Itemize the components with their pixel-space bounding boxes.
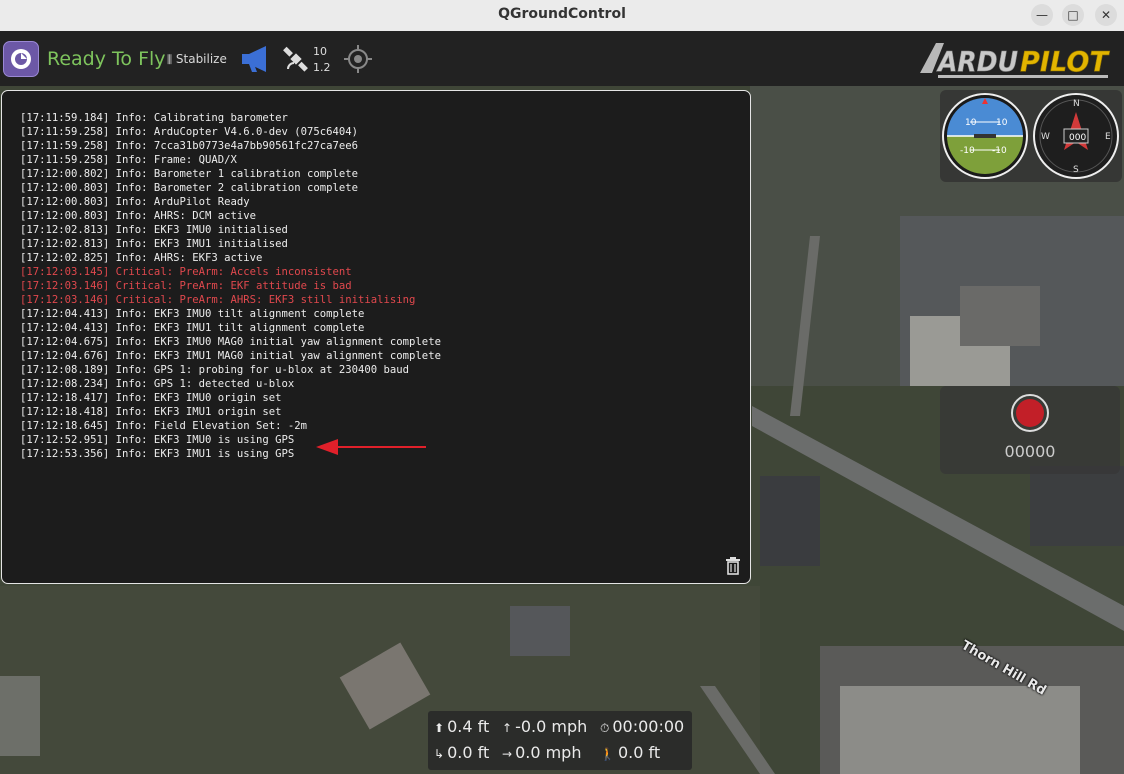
trash-icon[interactable] [725, 557, 741, 575]
svg-text:ARDU: ARDU [936, 45, 1018, 78]
vertical-speed-value: -0.0 mph [515, 717, 588, 736]
console-line: [17:12:02.813] Info: EKF3 IMU0 initialis… [20, 224, 288, 236]
ardupilot-logo: ARDU PILOT [918, 39, 1114, 81]
satellite-count: 10 [313, 45, 327, 58]
svg-text:PILOT: PILOT [1020, 45, 1110, 78]
walker-icon: 🚶 [600, 747, 615, 761]
recording-counter: 00000 [1004, 442, 1056, 461]
console-line: [17:12:00.803] Info: Barometer 2 calibra… [20, 182, 359, 194]
distance-icon: ↳ [434, 747, 445, 761]
console-log: [17:11:59.184] Info: Calibrating baromet… [20, 111, 441, 461]
console-line: [17:11:59.258] Info: ArduCopter V4.6.0-d… [20, 126, 359, 138]
window-titlebar: QGroundControl — □ ✕ [0, 0, 1124, 32]
compass-heading: 000 [1069, 133, 1086, 143]
pitch-label: -10 [992, 146, 1007, 156]
close-button[interactable]: ✕ [1095, 4, 1117, 26]
ground-speed-value: 0.0 mph [515, 743, 582, 762]
pitch-label: 10 [965, 118, 977, 128]
console-line: [17:12:04.676] Info: EKF3 IMU1 MAG0 init… [20, 350, 441, 362]
compass-west: W [1041, 132, 1050, 142]
console-line: [17:12:04.413] Info: EKF3 IMU0 tilt alig… [20, 308, 365, 320]
console-line: [17:12:18.418] Info: EKF3 IMU1 origin se… [20, 406, 282, 418]
console-line: [17:11:59.258] Info: Frame: QUAD/X [20, 154, 237, 166]
qgc-logo-icon[interactable] [3, 41, 39, 77]
instrument-graphics: 10 10 -10 -10 N E S W 000 [942, 93, 1119, 179]
attitude-indicator: 10 10 -10 -10 [942, 93, 1028, 179]
satellite-icon[interactable] [282, 45, 310, 77]
maximize-button[interactable]: □ [1062, 4, 1084, 26]
telemetry-bar[interactable]: ⬆ 0.4 ft ↑ -0.0 mph ⏱ 00:00:00 ↳ 0.0 ft → 0.0… [428, 711, 692, 770]
gps-hdop: 1.2 [313, 61, 331, 74]
megaphone-icon[interactable] [240, 45, 274, 77]
flight-mode-selector[interactable]: ⫼ Stabilize [167, 52, 227, 67]
console-line: [17:11:59.184] Info: Calibrating baromet… [20, 112, 288, 124]
console-line: [17:12:00.802] Info: Barometer 1 calibra… [20, 168, 359, 180]
console-line: [17:12:00.803] Info: AHRS: DCM active [20, 210, 256, 222]
console-line: [17:12:18.645] Info: Field Elevation Set… [20, 420, 308, 432]
ground-speed-icon: → [502, 747, 513, 761]
flight-mode-icon: ⫼ [167, 53, 173, 66]
main-toolbar: Ready To Fly ⫼ Stabilize 10 1.2 ARDU PIL… [0, 31, 1124, 86]
home-distance-readout: 🚶 0.0 ft [600, 743, 660, 762]
flight-time-value: 00:00:00 [612, 717, 685, 736]
vertical-speed-readout: ↑ -0.0 mph [502, 717, 587, 736]
console-line: [17:12:00.803] Info: ArduPilot Ready [20, 196, 250, 208]
compass-north: N [1073, 99, 1080, 109]
console-line: [17:12:03.146] Critical: PreArm: EKF att… [20, 280, 352, 292]
altitude-readout: ⬆ 0.4 ft [434, 717, 489, 736]
window-title: QGroundControl [498, 6, 626, 22]
console-line: [17:12:03.146] Critical: PreArm: AHRS: E… [20, 294, 416, 306]
altitude-icon: ⬆ [434, 721, 445, 735]
flight-instruments: 10 10 -10 -10 N E S W 000 [940, 90, 1122, 182]
console-line: [17:12:08.189] Info: GPS 1: probing for … [20, 364, 410, 376]
console-line: [17:11:59.258] Info: 7cca31b0773e4a7bb90… [20, 140, 359, 152]
distance-value: 0.0 ft [447, 743, 490, 762]
arrow-annotation [316, 439, 426, 455]
record-button[interactable] [1011, 394, 1049, 432]
console-line: [17:12:04.675] Info: EKF3 IMU0 MAG0 init… [20, 336, 441, 348]
mavlink-console: [17:11:59.184] Info: Calibrating baromet… [1, 90, 751, 584]
distance-readout: ↳ 0.0 ft [434, 743, 489, 762]
vehicle-status[interactable]: Ready To Fly [47, 48, 166, 70]
altitude-value: 0.4 ft [447, 717, 490, 736]
console-line: [17:12:02.813] Info: EKF3 IMU1 initialis… [20, 238, 288, 250]
console-line: [17:12:18.417] Info: EKF3 IMU0 origin se… [20, 392, 282, 404]
console-line: [17:12:04.413] Info: EKF3 IMU1 tilt alig… [20, 322, 365, 334]
camera-panel: 00000 [940, 386, 1120, 474]
flight-time-readout: ⏱ 00:00:00 [600, 717, 684, 736]
console-line: [17:12:02.825] Info: AHRS: EKF3 active [20, 252, 263, 264]
compass-indicator: N E S W 000 [1033, 93, 1119, 179]
pitch-label: 10 [996, 118, 1008, 128]
compass-south: S [1073, 165, 1079, 175]
flight-mode-label: Stabilize [175, 52, 227, 66]
console-line: [17:12:03.145] Critical: PreArm: Accels … [20, 266, 352, 278]
pitch-label: -10 [960, 146, 975, 156]
vertical-speed-icon: ↑ [502, 721, 513, 735]
ground-speed-readout: → 0.0 mph [502, 743, 581, 762]
stopwatch-icon: ⏱ [600, 721, 610, 735]
home-distance-value: 0.0 ft [617, 743, 661, 762]
compass-east: E [1105, 132, 1111, 142]
gps-indicator[interactable]: 10 1.2 [313, 44, 331, 76]
minimize-button[interactable]: — [1031, 4, 1053, 26]
target-icon[interactable] [344, 45, 372, 77]
console-line: [17:12:08.234] Info: GPS 1: detected u-b… [20, 378, 295, 390]
